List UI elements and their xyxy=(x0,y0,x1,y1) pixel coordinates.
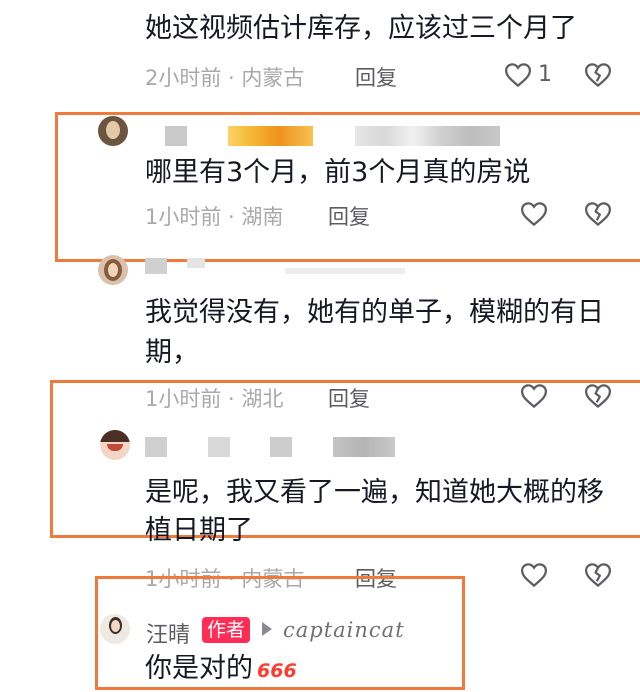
avatar[interactable] xyxy=(98,255,128,285)
avatar[interactable] xyxy=(100,430,130,460)
emoji-666: 666 xyxy=(257,660,297,682)
comment-text-line1: 我觉得没有，她有的单子，模糊的有日 xyxy=(145,297,604,328)
comment-time: 1小时前 xyxy=(145,205,222,229)
avatar[interactable] xyxy=(98,116,128,146)
comment-text-line2: 植日期了 xyxy=(145,515,253,546)
author-badge: 作者 xyxy=(202,617,251,643)
like-heart-icon[interactable] xyxy=(519,199,549,229)
blurred-username xyxy=(145,437,167,457)
blurred-username xyxy=(187,258,205,268)
dislike-broken-heart-icon[interactable] xyxy=(583,60,613,90)
blurred-username xyxy=(228,126,313,146)
comment-time: 2小时前 xyxy=(145,66,222,90)
comment-text: 你是对的 666 xyxy=(145,652,297,688)
author-name[interactable]: 汪晴 xyxy=(146,617,190,649)
comment-location: 内蒙古 xyxy=(241,66,305,90)
comment-text-line2: 期， xyxy=(145,337,199,368)
blurred-username xyxy=(165,126,187,146)
comment-text-content: 你是对的 xyxy=(145,653,253,684)
blurred-username xyxy=(285,268,405,274)
comment-text: 哪里有3个月，前3个月真的房说 xyxy=(145,157,531,188)
blurred-username xyxy=(145,258,167,274)
avatar[interactable] xyxy=(100,614,130,644)
highlight-box xyxy=(50,380,640,538)
blurred-username xyxy=(355,126,500,146)
comment-meta: 2小时前 · 内蒙古 xyxy=(145,62,304,92)
comment-location: 湖南 xyxy=(241,205,284,229)
comment-text: 她这视频估计库存，应该过三个月了 xyxy=(145,13,577,44)
blurred-username xyxy=(270,437,292,457)
like-count: 1 xyxy=(538,62,552,87)
dislike-broken-heart-icon[interactable] xyxy=(583,560,613,590)
comment-meta: 1小时前 · 湖南 xyxy=(145,201,283,231)
comment-text-line1: 是呢，我又看了一遍，知道她大概的移 xyxy=(145,477,604,508)
meta-separator: · xyxy=(221,66,242,90)
reply-button[interactable]: 回复 xyxy=(328,201,370,231)
like-heart-icon[interactable] xyxy=(519,560,549,590)
reply-to-username[interactable]: captaincat xyxy=(283,618,405,642)
dislike-broken-heart-icon[interactable] xyxy=(583,199,613,229)
meta-separator: · xyxy=(221,205,242,229)
blurred-username xyxy=(208,437,230,457)
blurred-username xyxy=(333,437,395,457)
like-heart-icon[interactable] xyxy=(503,60,533,90)
reply-arrow-icon xyxy=(262,622,272,636)
reply-button[interactable]: 回复 xyxy=(355,62,397,92)
